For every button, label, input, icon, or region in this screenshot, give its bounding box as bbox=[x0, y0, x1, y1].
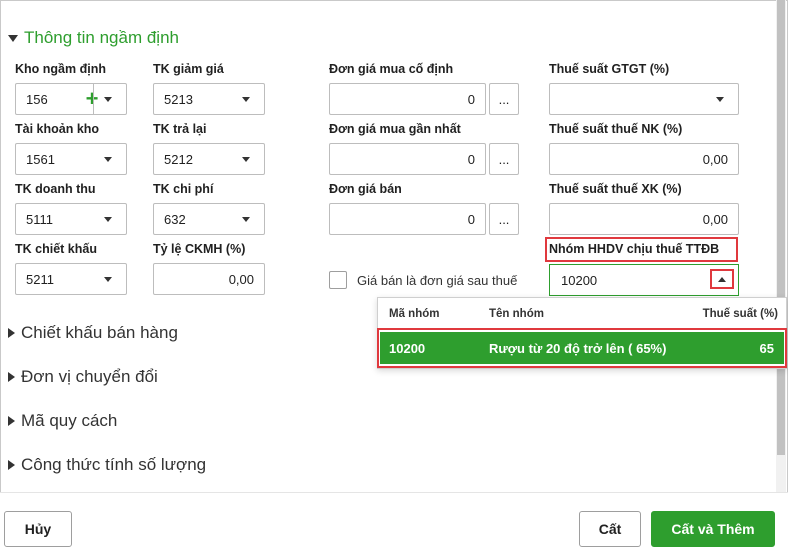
label-nhom-hhdv: Nhóm HHDV chịu thuế TTĐB bbox=[549, 242, 720, 256]
section-default-info[interactable]: Thông tin ngầm định bbox=[8, 28, 179, 48]
tk-chi-phi-value: 632 bbox=[164, 212, 186, 227]
don-gia-ban-value: 0 bbox=[467, 212, 475, 227]
column-ma-nhom: Mã nhóm bbox=[389, 308, 440, 320]
tk-doanh-thu-select[interactable]: 5111 bbox=[15, 203, 127, 235]
chevron-down-icon[interactable] bbox=[104, 277, 112, 282]
tk-chiet-khau-value: 5211 bbox=[26, 272, 54, 287]
gia-ban-sau-thue-checkbox[interactable] bbox=[329, 271, 347, 289]
chevron-up-icon bbox=[718, 276, 726, 282]
tk-doanh-thu-value: 5111 bbox=[26, 212, 53, 227]
cancel-button[interactable]: Hủy bbox=[4, 511, 72, 547]
label-thue-suat-gtgt: Thuế suất GTGT (%) bbox=[549, 62, 670, 76]
expand-icon bbox=[8, 460, 15, 470]
label-thue-suat-xk: Thuế suất thuế XK (%) bbox=[549, 182, 682, 196]
label-don-gia-ban: Đơn giá bán bbox=[329, 182, 402, 196]
label-thue-suat-nk: Thuế suất thuế NK (%) bbox=[549, 122, 683, 136]
gia-ban-sau-thue-label: Giá bán là đơn giá sau thuế bbox=[357, 273, 518, 288]
dialog-footer: Hủy Cất Cất và Thêm bbox=[0, 492, 788, 559]
collapse-icon bbox=[8, 34, 18, 42]
chevron-down-icon[interactable] bbox=[104, 157, 112, 162]
chevron-down-icon[interactable] bbox=[104, 97, 112, 102]
thue-suat-nk-value: 0,00 bbox=[702, 152, 728, 167]
label-ty-le-ckmh: Tỷ lệ CKMH (%) bbox=[153, 242, 246, 256]
tk-giam-gia-select[interactable]: 5213 bbox=[153, 83, 265, 115]
label-tk-giam-gia: TK giảm giá bbox=[153, 62, 224, 76]
section-title: Mã quy cách bbox=[21, 411, 118, 430]
save-and-add-button[interactable]: Cất và Thêm bbox=[651, 511, 775, 547]
thue-suat-nk-input[interactable]: 0,00 bbox=[549, 143, 739, 175]
label-tk-doanh-thu: TK doanh thu bbox=[15, 182, 96, 196]
don-gia-mua-gan-nhat-input[interactable]: 0 bbox=[329, 143, 486, 175]
expand-icon bbox=[8, 328, 15, 338]
chevron-down-icon[interactable] bbox=[242, 217, 250, 222]
section-chiet-khau-ban-hang[interactable]: Chiết khấu bán hàng bbox=[8, 323, 178, 343]
label-tk-chiet-khau: TK chiết khấu bbox=[15, 242, 97, 256]
ty-le-ckmh-value: 0,00 bbox=[228, 272, 254, 287]
tai-khoan-kho-select[interactable]: 1561 bbox=[15, 143, 127, 175]
column-ten-nhom: Tên nhóm bbox=[489, 308, 544, 320]
section-ma-quy-cach[interactable]: Mã quy cách bbox=[8, 411, 117, 431]
section-title: Chiết khấu bán hàng bbox=[21, 323, 178, 342]
row-highlight-box bbox=[377, 328, 787, 368]
don-gia-ban-input[interactable]: 0 bbox=[329, 203, 486, 235]
section-cong-thuc-tinh-so-luong[interactable]: Công thức tính số lượng bbox=[8, 455, 206, 475]
dropdown-header: Mã nhóm Tên nhóm Thuế suất (%) bbox=[378, 298, 786, 330]
chevron-down-icon[interactable] bbox=[242, 97, 250, 102]
ellipsis-button[interactable]: ... bbox=[489, 143, 519, 175]
chevron-down-icon[interactable] bbox=[716, 97, 724, 102]
label-don-gia-mua-gan-nhat: Đơn giá mua gần nhất bbox=[329, 122, 461, 136]
divider bbox=[93, 84, 94, 114]
tk-giam-gia-value: 5213 bbox=[164, 92, 193, 107]
don-gia-mua-gan-nhat-value: 0 bbox=[467, 152, 475, 167]
thue-suat-xk-input[interactable]: 0,00 bbox=[549, 203, 739, 235]
section-title: Đơn vị chuyển đổi bbox=[21, 367, 158, 386]
ty-le-ckmh-input[interactable]: 0,00 bbox=[153, 263, 265, 295]
ellipsis-button[interactable]: ... bbox=[489, 203, 519, 235]
label-tk-chi-phi: TK chi phí bbox=[153, 182, 214, 196]
chevron-down-icon[interactable] bbox=[104, 217, 112, 222]
ellipsis-button[interactable]: ... bbox=[489, 83, 519, 115]
thue-suat-xk-value: 0,00 bbox=[702, 212, 728, 227]
tai-khoan-kho-value: 1561 bbox=[26, 152, 55, 167]
label-don-gia-mua-co-dinh: Đơn giá mua cố định bbox=[329, 62, 454, 76]
section-title: Công thức tính số lượng bbox=[21, 455, 207, 474]
expand-icon bbox=[8, 416, 15, 426]
dropdown-toggle-button[interactable] bbox=[710, 269, 734, 289]
label-tk-tra-lai: TK trả lại bbox=[153, 122, 207, 136]
don-gia-mua-co-dinh-value: 0 bbox=[467, 92, 475, 107]
chevron-down-icon[interactable] bbox=[242, 157, 250, 162]
tk-chi-phi-select[interactable]: 632 bbox=[153, 203, 265, 235]
expand-icon bbox=[8, 372, 15, 382]
label-kho-ngam-dinh: Kho ngầm định bbox=[15, 62, 106, 76]
section-don-vi-chuyen-doi[interactable]: Đơn vị chuyển đổi bbox=[8, 367, 158, 387]
column-thue-suat: Thuế suất (%) bbox=[702, 308, 778, 320]
tk-tra-lai-value: 5212 bbox=[164, 152, 193, 167]
label-tai-khoan-kho: Tài khoản kho bbox=[15, 122, 100, 136]
kho-ngam-dinh-combo[interactable]: 156 + bbox=[15, 83, 127, 115]
kho-ngam-dinh-value: 156 bbox=[26, 92, 48, 107]
tk-chiet-khau-select[interactable]: 5211 bbox=[15, 263, 127, 295]
scrollbar-thumb[interactable] bbox=[777, 0, 785, 455]
thue-suat-gtgt-select[interactable] bbox=[549, 83, 739, 115]
section-title: Thông tin ngầm định bbox=[24, 28, 179, 47]
save-button[interactable]: Cất bbox=[579, 511, 641, 547]
nhom-hhdv-value: 10200 bbox=[561, 273, 598, 288]
tk-tra-lai-select[interactable]: 5212 bbox=[153, 143, 265, 175]
don-gia-mua-co-dinh-input[interactable]: 0 bbox=[329, 83, 486, 115]
